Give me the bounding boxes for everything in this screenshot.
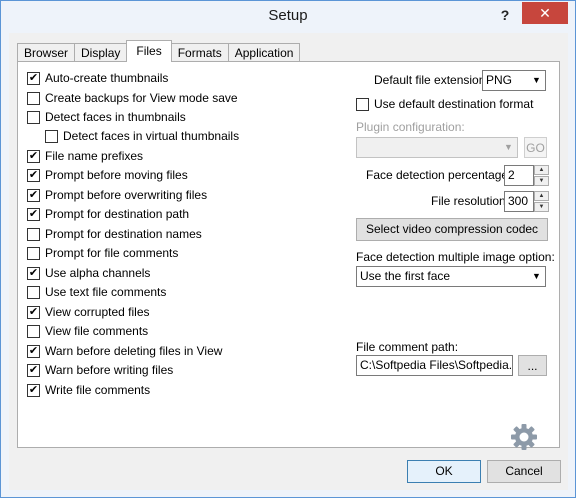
chevron-down-icon[interactable]: ▼ (528, 267, 545, 286)
default-extension-value: PNG (486, 73, 513, 87)
file-resolution-label: File resolution: (431, 194, 510, 208)
checkbox-label: Prompt for destination path (45, 207, 190, 221)
checkbox-label: Prompt for destination names (45, 227, 202, 241)
checkbox-write-file-comments[interactable]: Write file comments (27, 382, 150, 398)
checkbox-box[interactable] (27, 207, 40, 221)
checkbox-view-corrupted[interactable]: View corrupted files (27, 304, 150, 320)
checkbox-box[interactable] (45, 129, 58, 143)
checkbox-label: Use default destination format (374, 97, 534, 111)
checkbox-label: Use alpha channels (45, 266, 151, 280)
tab-browser[interactable]: Browser (17, 43, 76, 62)
checkbox-label: Use text file comments (45, 285, 167, 299)
checkbox-detect-faces-virtual[interactable]: Detect faces in virtual thumbnails (45, 128, 239, 144)
checkbox-prompt-overwriting[interactable]: Prompt before overwriting files (27, 187, 207, 203)
checkbox-warn-deleting[interactable]: Warn before deleting files in View (27, 343, 222, 359)
checkbox-prompt-moving[interactable]: Prompt before moving files (27, 167, 188, 183)
checkbox-label: Warn before deleting files in View (45, 344, 223, 358)
spin-down-icon[interactable]: ▼ (534, 202, 549, 212)
checkbox-box[interactable] (27, 110, 40, 124)
checkbox-box[interactable] (356, 97, 369, 111)
file-resolution-spinner[interactable]: 300 ▲ ▼ (504, 191, 550, 212)
checkbox-label: Prompt before moving files (45, 168, 188, 182)
checkbox-box[interactable] (27, 246, 40, 260)
cancel-button[interactable]: Cancel (487, 460, 561, 483)
checkbox-box[interactable] (27, 168, 40, 182)
plugin-config-select[interactable]: ▼ (356, 137, 518, 158)
tab-files[interactable]: Files (126, 40, 172, 62)
face-percentage-input[interactable]: 2 (504, 165, 534, 186)
checkbox-box[interactable] (27, 91, 40, 105)
checkbox-use-alpha-channels[interactable]: Use alpha channels (27, 265, 150, 281)
checkbox-auto-create-thumbnails[interactable]: Auto-create thumbnails (27, 70, 168, 86)
ok-button[interactable]: OK (407, 460, 481, 483)
checkbox-create-backups[interactable]: Create backups for View mode save (27, 90, 238, 106)
title-bar: Setup ? ✕ (1, 1, 575, 33)
checkbox-box[interactable] (27, 71, 40, 85)
checkbox-use-default-destination[interactable]: Use default destination format (356, 96, 533, 112)
face-multiple-select[interactable]: Use the first face ▼ (356, 266, 546, 287)
checkbox-use-text-comments[interactable]: Use text file comments (27, 284, 166, 300)
checkbox-file-name-prefixes[interactable]: File name prefixes (27, 148, 143, 164)
face-percentage-spinner[interactable]: 2 ▲ ▼ (504, 165, 550, 186)
checkbox-label: Prompt before overwriting files (45, 188, 208, 202)
dialog-client: Browser Display Files Formats Applicatio… (9, 33, 568, 490)
checkbox-label: Create backups for View mode save (45, 91, 238, 105)
checkbox-label: Detect faces in virtual thumbnails (63, 129, 240, 143)
plugin-config-label: Plugin configuration: (356, 120, 465, 134)
spin-up-icon[interactable]: ▲ (534, 165, 549, 175)
checkbox-label: Detect faces in thumbnails (45, 110, 186, 124)
tab-application[interactable]: Application (227, 43, 301, 62)
checkbox-label: Warn before writing files (45, 363, 174, 377)
checkbox-label: Write file comments (45, 383, 151, 397)
comment-path-input[interactable]: C:\Softpedia Files\Softpedia.txt (356, 355, 513, 376)
gear-icon[interactable] (509, 422, 539, 452)
checkbox-box[interactable] (27, 227, 40, 241)
checkbox-label: Auto-create thumbnails (45, 71, 169, 85)
setup-window: Setup ? ✕ Browser Display Files Formats … (0, 0, 576, 498)
browse-button[interactable]: ... (518, 355, 547, 376)
spin-up-icon[interactable]: ▲ (534, 191, 549, 201)
face-percentage-label: Face detection percentage: (366, 168, 512, 182)
default-extension-label: Default file extension: (374, 73, 489, 87)
comment-path-label: File comment path: (356, 340, 459, 354)
checkbox-label: Prompt for file comments (45, 246, 179, 260)
checkbox-warn-writing[interactable]: Warn before writing files (27, 362, 173, 378)
checkbox-box[interactable] (27, 305, 40, 319)
window-title: Setup (268, 7, 308, 24)
checkbox-box[interactable] (27, 188, 40, 202)
checkbox-box[interactable] (27, 363, 40, 377)
chevron-down-icon[interactable]: ▼ (528, 71, 545, 90)
checkbox-box[interactable] (27, 149, 40, 163)
checkbox-prompt-destination-path[interactable]: Prompt for destination path (27, 206, 189, 222)
checkbox-box[interactable] (27, 344, 40, 358)
checkbox-box[interactable] (27, 285, 40, 299)
file-resolution-input[interactable]: 300 (504, 191, 534, 212)
checkbox-prompt-file-comments[interactable]: Prompt for file comments (27, 245, 178, 261)
checkbox-label: View corrupted files (45, 305, 150, 319)
close-button[interactable]: ✕ (522, 2, 568, 24)
tab-display[interactable]: Display (74, 43, 128, 62)
spin-down-icon[interactable]: ▼ (534, 176, 549, 186)
checkbox-detect-faces[interactable]: Detect faces in thumbnails (27, 109, 186, 125)
checkbox-label: File name prefixes (45, 149, 144, 163)
tab-strip: Browser Display Files Formats Applicatio… (17, 40, 301, 62)
tab-formats[interactable]: Formats (170, 43, 229, 62)
chevron-down-icon[interactable]: ▼ (500, 138, 517, 157)
help-button[interactable]: ? (495, 5, 515, 25)
files-tab-panel: Auto-create thumbnails Create backups fo… (17, 61, 560, 450)
go-button[interactable]: GO (524, 137, 547, 158)
checkbox-label: View file comments (45, 324, 149, 338)
select-video-codec-button[interactable]: Select video compression codec (356, 218, 548, 241)
checkbox-view-file-comments[interactable]: View file comments (27, 323, 148, 339)
checkbox-prompt-destination-names[interactable]: Prompt for destination names (27, 226, 202, 242)
default-extension-select[interactable]: PNG ▼ (482, 70, 546, 91)
face-multiple-label: Face detection multiple image option: (356, 250, 555, 264)
checkbox-box[interactable] (27, 324, 40, 338)
checkbox-box[interactable] (27, 266, 40, 280)
face-multiple-value: Use the first face (360, 269, 451, 283)
checkbox-box[interactable] (27, 383, 40, 397)
